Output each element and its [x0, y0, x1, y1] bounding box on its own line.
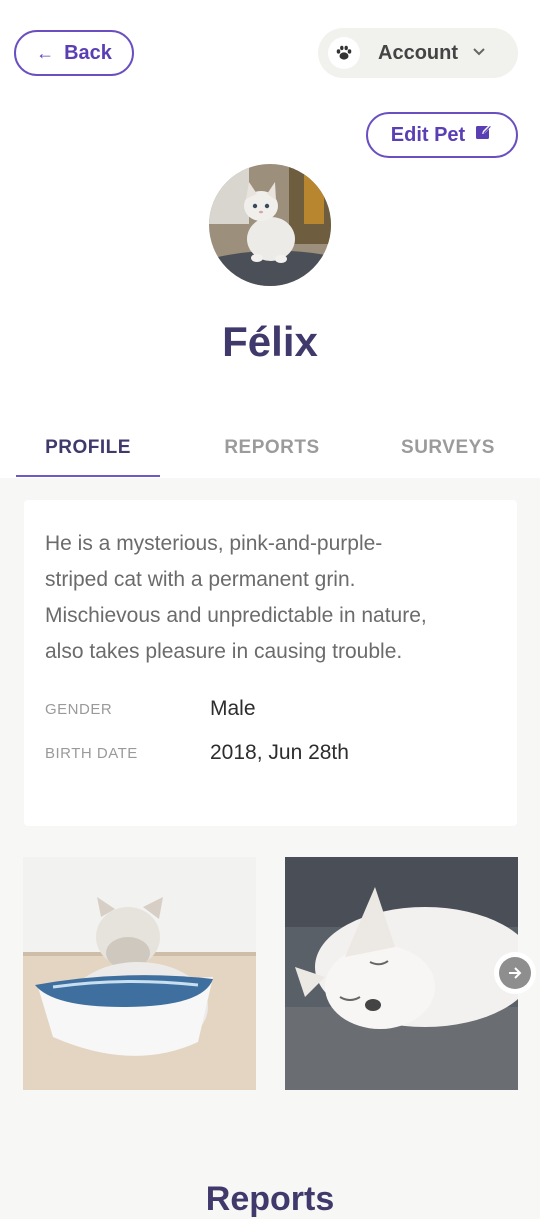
account-menu[interactable]: Account [318, 28, 518, 78]
back-button-label: Back [64, 41, 112, 64]
pet-name: Félix [222, 318, 318, 365]
tab-reports-label: REPORTS [224, 437, 320, 458]
gallery-next-button[interactable] [494, 952, 536, 994]
tab-profile-label: PROFILE [45, 437, 131, 458]
tab-surveys[interactable]: SURVEYS [370, 420, 526, 476]
field-label: BIRTH DATE [45, 744, 138, 762]
edit-pet-label: Edit Pet [390, 123, 466, 146]
edit-pet-button[interactable]: Edit Pet [366, 112, 518, 158]
chevron-down-icon [472, 44, 486, 62]
pet-avatar [209, 164, 331, 286]
paw-icon [328, 37, 360, 69]
header-panel: ← Back Account Edit Pet Félix PROFILE RE… [0, 0, 540, 478]
field-gender: GENDER Male [45, 692, 495, 726]
account-label: Account [378, 41, 458, 64]
gallery-photo-kitten-sleeping[interactable] [285, 857, 518, 1090]
active-tab-indicator [16, 475, 160, 477]
gallery-photo-kitten-bowl[interactable] [23, 857, 256, 1090]
back-button[interactable]: ← Back [14, 30, 134, 76]
pet-profile-card: He is a mysterious, pink-and-purple-stri… [24, 500, 517, 826]
edit-icon [475, 123, 493, 147]
arrow-left-icon: ← [36, 43, 55, 63]
pet-description: He is a mysterious, pink-and-purple-stri… [45, 532, 427, 663]
field-value: 2018, Jun 28th [210, 741, 349, 764]
profile-tabs: PROFILE REPORTS SURVEYS [16, 420, 526, 478]
field-label: GENDER [45, 700, 113, 718]
field-birth-date: BIRTH DATE 2018, Jun 28th [45, 736, 495, 770]
field-value: Male [210, 697, 256, 720]
arrow-right-icon [499, 957, 531, 989]
tab-reports[interactable]: REPORTS [192, 420, 352, 476]
tab-profile[interactable]: PROFILE [16, 420, 160, 476]
tab-surveys-label: SURVEYS [401, 437, 495, 458]
